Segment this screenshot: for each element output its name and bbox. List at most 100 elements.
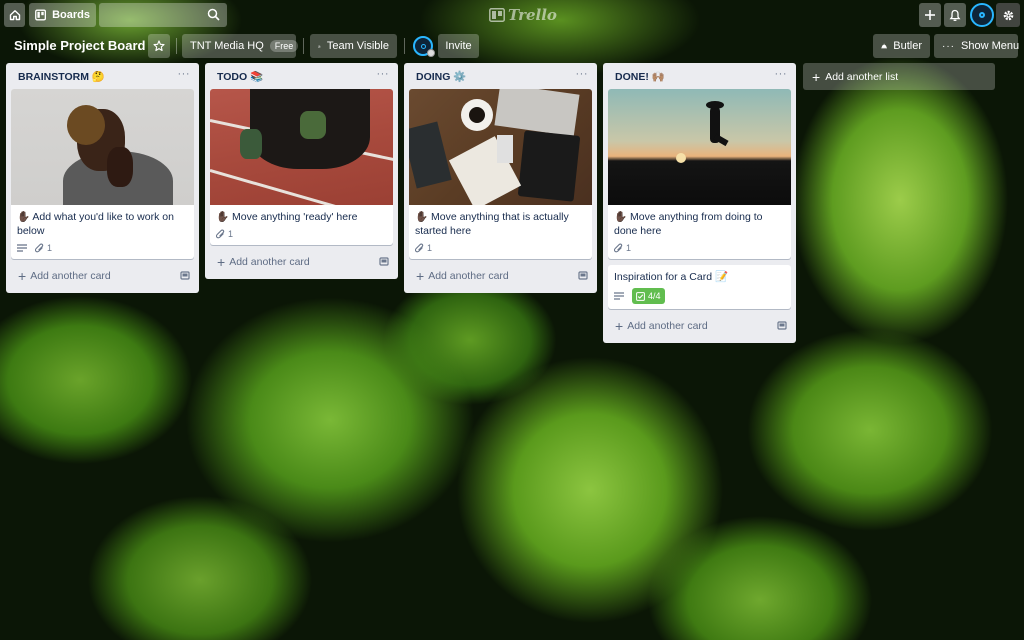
invite-label: Invite: [445, 40, 472, 52]
card[interactable]: ✋🏿 Add what you'd like to work on below …: [11, 89, 194, 259]
card-template-icon[interactable]: [777, 321, 787, 331]
list-done[interactable]: DONE! 🙌🏽 ··· ✋🏿 Move anything from doing…: [603, 63, 796, 343]
attachment-badge: 1: [216, 229, 233, 239]
add-card-button[interactable]: + Add another card: [210, 251, 393, 273]
card-template-icon[interactable]: [379, 257, 389, 267]
add-card-label: Add another card: [30, 270, 111, 282]
list-brainstorm[interactable]: BRAINSTORM 🤔 ··· ✋🏿 Add what you'd like …: [6, 63, 199, 293]
card-title: ✋🏿 Move anything from doing to done here: [614, 211, 763, 237]
avatar-dot: [420, 43, 426, 49]
plus-icon: +: [812, 68, 821, 85]
boards-button[interactable]: Boards: [29, 3, 96, 27]
list-header: DONE! 🙌🏽 ···: [608, 63, 791, 89]
search-box[interactable]: [99, 3, 227, 27]
bell-icon: [949, 9, 961, 21]
trello-logo[interactable]: Trello: [489, 6, 557, 24]
butler-button[interactable]: Butler: [873, 34, 930, 58]
card-cover-image: [409, 89, 592, 205]
top-nav-bar: Boards Trello: [4, 3, 1020, 27]
plus-icon: [925, 10, 935, 20]
description-icon: [614, 291, 624, 301]
more-icon: ···: [942, 40, 955, 52]
boards-label: Boards: [52, 9, 90, 21]
team-visible-icon: [318, 44, 321, 48]
butler-bell-icon: [881, 43, 887, 49]
list-menu-icon[interactable]: ···: [775, 68, 788, 84]
header-divider: [303, 38, 304, 54]
visibility-button[interactable]: Team Visible: [310, 34, 397, 58]
plus-icon: +: [416, 268, 425, 284]
list-menu-icon[interactable]: ···: [178, 68, 191, 84]
home-icon: [9, 10, 20, 21]
plus-icon: +: [615, 318, 624, 334]
invite-button[interactable]: Invite: [438, 34, 479, 58]
card[interactable]: ✋🏿 Move anything that is actually starte…: [409, 89, 592, 259]
create-button[interactable]: [919, 3, 941, 27]
list-todo[interactable]: TODO 📚 ··· ✋🏿 Move anything 'ready' here…: [205, 63, 398, 279]
add-card-button[interactable]: + Add another card: [11, 265, 194, 287]
list-header: TODO 📚 ···: [210, 63, 393, 89]
paperclip-icon: [614, 243, 623, 253]
list-title[interactable]: TODO 📚: [217, 70, 263, 83]
show-menu-label: Show Menu: [961, 40, 1020, 52]
notifications-button[interactable]: [944, 3, 966, 27]
list-header: DOING ⚙️ ···: [409, 63, 592, 89]
card-cover-image: [210, 89, 393, 205]
show-menu-button[interactable]: ··· Show Menu: [934, 34, 1020, 58]
card-title: ✋🏿 Add what you'd like to work on below: [17, 211, 174, 237]
checklist-badge: 4/4: [632, 288, 665, 304]
list-menu-icon[interactable]: ···: [576, 68, 589, 84]
attachment-badge: 1: [35, 243, 52, 253]
add-list-button[interactable]: + Add another list: [803, 63, 995, 90]
attachment-badge: 1: [415, 243, 432, 253]
settings-button[interactable]: [996, 3, 1020, 27]
star-icon: [153, 40, 165, 52]
board-member-avatar[interactable]: [413, 36, 435, 57]
home-button[interactable]: [4, 3, 25, 27]
attachment-badge: 1: [614, 243, 631, 253]
card-template-icon[interactable]: [180, 271, 190, 281]
card[interactable]: ✋🏿 Move anything 'ready' here 1: [210, 89, 393, 245]
team-name: TNT Media HQ: [190, 40, 264, 52]
header-divider: [176, 38, 177, 54]
card[interactable]: Inspiration for a Card 📝 4/4: [608, 265, 791, 309]
attachment-count: 1: [228, 229, 234, 239]
card-title: ✋🏿 Move anything 'ready' here: [216, 211, 358, 223]
paperclip-icon: [35, 243, 44, 253]
team-button[interactable]: TNT Media HQ Free: [182, 34, 299, 58]
card-cover-image: [11, 89, 194, 205]
board-header: Simple Project Board TNT Media HQ Free T…: [0, 34, 1024, 58]
list-doing[interactable]: DOING ⚙️ ··· ✋🏿 Move anything that is ac…: [404, 63, 597, 293]
add-card-button[interactable]: + Add another card: [608, 315, 791, 337]
list-menu-icon[interactable]: ···: [377, 68, 390, 84]
search-icon[interactable]: [207, 8, 220, 21]
add-card-label: Add another card: [627, 320, 708, 332]
card-title: Inspiration for a Card 📝: [614, 271, 729, 283]
admin-badge-icon: [427, 49, 435, 57]
avatar-dot: [979, 12, 985, 18]
description-icon: [17, 243, 27, 253]
attachment-count: 1: [47, 243, 53, 253]
add-card-label: Add another card: [428, 270, 509, 282]
card-title: ✋🏿 Move anything that is actually starte…: [415, 211, 569, 237]
butler-label: Butler: [893, 40, 922, 52]
list-header: BRAINSTORM 🤔 ···: [11, 63, 194, 89]
star-board-button[interactable]: [148, 34, 170, 58]
user-avatar[interactable]: [970, 3, 994, 27]
checklist-count: 4/4: [648, 291, 661, 301]
card-template-icon[interactable]: [578, 271, 588, 281]
list-title[interactable]: BRAINSTORM 🤔: [18, 70, 105, 83]
paperclip-icon: [216, 229, 225, 239]
add-card-label: Add another card: [229, 256, 310, 268]
card[interactable]: ✋🏿 Move anything from doing to done here…: [608, 89, 791, 259]
list-title[interactable]: DONE! 🙌🏽: [615, 70, 665, 83]
add-card-button[interactable]: + Add another card: [409, 265, 592, 287]
attachment-count: 1: [427, 243, 433, 253]
plan-badge: Free: [269, 40, 299, 52]
list-title[interactable]: DOING ⚙️: [416, 70, 466, 83]
board-title[interactable]: Simple Project Board: [14, 38, 145, 53]
add-list-label: Add another list: [825, 70, 899, 83]
trello-logo-text: Trello: [508, 6, 557, 24]
plus-icon: +: [217, 254, 226, 270]
header-divider: [404, 38, 405, 54]
